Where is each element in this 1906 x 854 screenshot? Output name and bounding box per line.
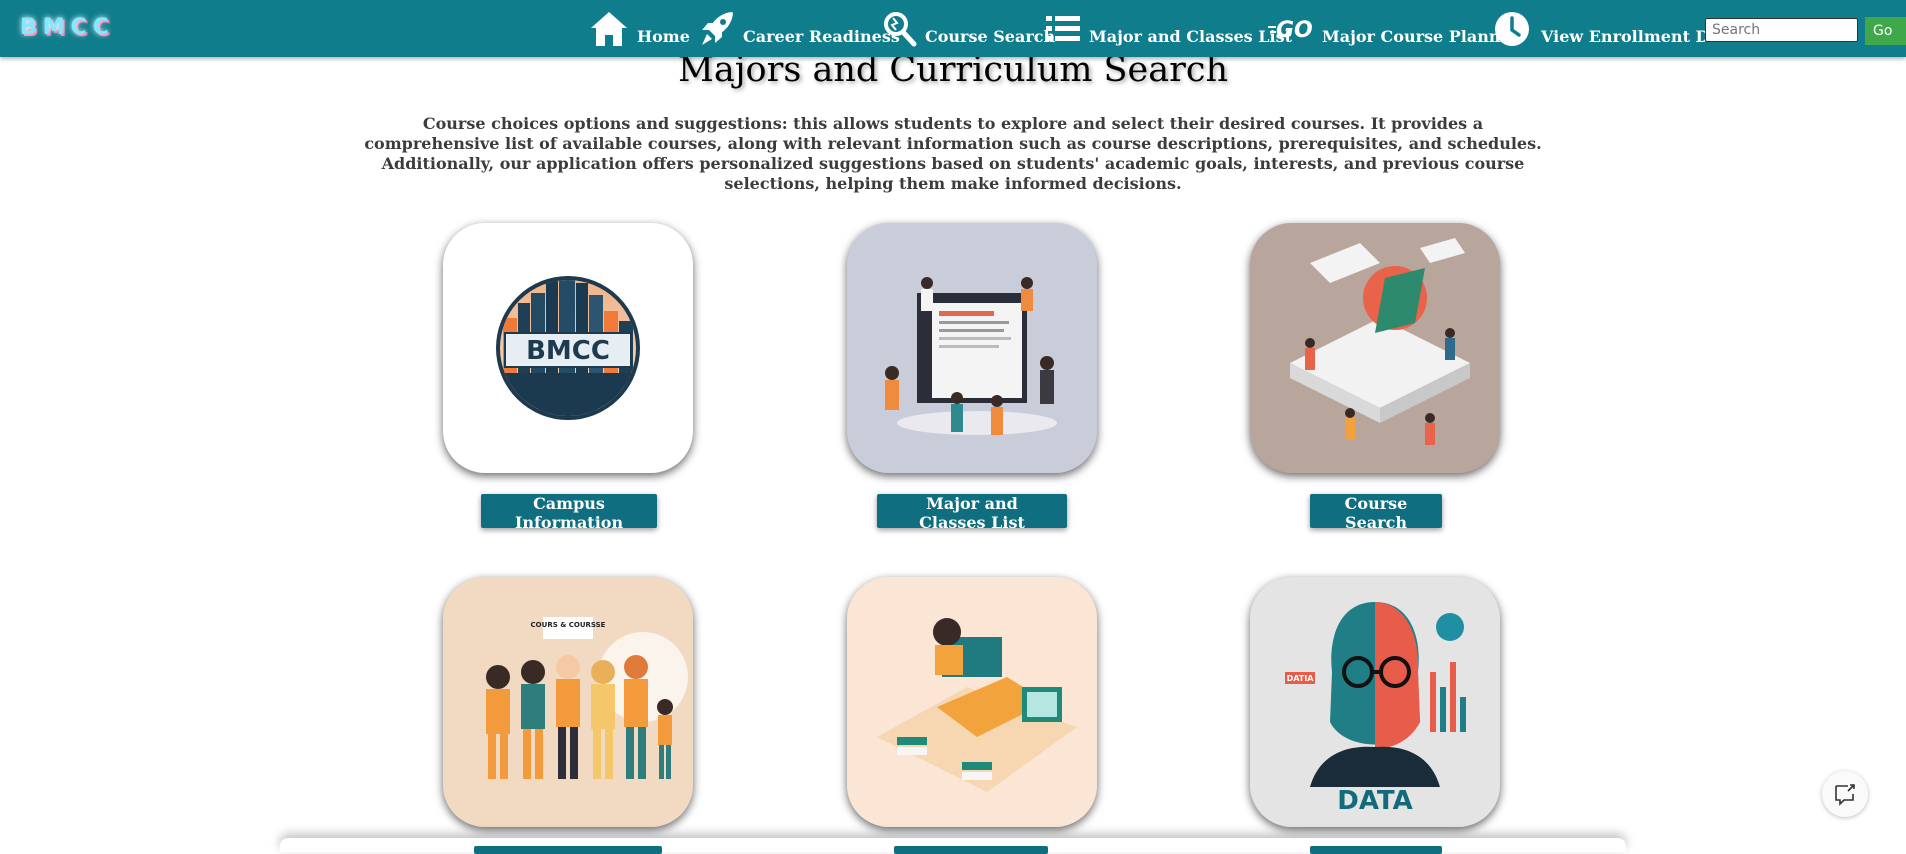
nav-major-classes[interactable]: Major and Classes List (1045, 8, 1292, 50)
card-6-button[interactable] (1310, 846, 1442, 854)
campus-information-image[interactable]: BMCC (443, 223, 693, 473)
nav-career-readiness[interactable]: Career Readiness (699, 8, 900, 50)
group-of-students-illustration: COURS & COURSSE (443, 577, 693, 827)
magnifier-icon (884, 12, 917, 47)
nav-course-search[interactable]: Course Search (883, 8, 1055, 50)
card-5-button[interactable] (894, 846, 1048, 854)
student-at-computer-illustration (847, 577, 1097, 827)
list-icon (1046, 16, 1080, 41)
home-icon (591, 12, 627, 46)
svg-text:DATA: DATA (1337, 786, 1413, 816)
svg-text:BMCC: BMCC (526, 336, 610, 366)
data-portrait-illustration: DATIA DATA (1250, 577, 1500, 827)
students-group-image[interactable]: COURS & COURSSE (443, 577, 693, 827)
rocket-icon (702, 12, 733, 45)
bmcc-skyline-logo: BMCC (496, 276, 640, 420)
clock-icon (1495, 12, 1529, 46)
svg-text:GO: GO (1276, 18, 1313, 43)
students-around-screen-illustration (847, 223, 1097, 473)
search-input[interactable] (1705, 18, 1858, 42)
chat-icon (1835, 784, 1855, 806)
top-navbar: BMCC Home Career Readiness Course Search… (0, 0, 1906, 57)
bmcc-logo[interactable]: BMCC (20, 11, 152, 45)
isometric-school-illustration (1250, 223, 1500, 473)
nav-course-planner[interactable]: GO Major Course Planner (1268, 8, 1519, 50)
data-portrait-image[interactable]: DATIA DATA (1250, 577, 1500, 827)
card-4-button[interactable] (474, 846, 662, 854)
campus-information-button[interactable]: Campus Information (481, 494, 657, 532)
nav-enrollment-data[interactable]: View Enrollment Data (1493, 8, 1738, 50)
go-button[interactable]: Go (1865, 17, 1906, 45)
go-icon: GO (1268, 18, 1313, 43)
svg-text:DATIA: DATIA (1287, 674, 1315, 683)
course-search-image[interactable] (1250, 223, 1500, 473)
nav-home-label: Home (637, 26, 690, 46)
page-intro: Course choices options and suggestions: … (364, 114, 1542, 193)
nav-career-label: Career Readiness (743, 26, 900, 46)
nav-course-search-label: Course Search (925, 26, 1056, 46)
course-search-button[interactable]: Course Search (1310, 494, 1442, 532)
major-classes-image[interactable] (847, 223, 1097, 473)
nav-home[interactable]: Home (589, 8, 690, 50)
student-computer-image[interactable] (847, 577, 1097, 827)
chat-button[interactable] (1822, 771, 1868, 817)
major-classes-button[interactable]: Major and Classes List (877, 494, 1067, 532)
nav-major-classes-label: Major and Classes List (1089, 26, 1292, 46)
nav-course-planner-label: Major Course Planner (1322, 26, 1520, 46)
svg-text:COURS & COURSSE: COURS & COURSSE (531, 621, 606, 629)
